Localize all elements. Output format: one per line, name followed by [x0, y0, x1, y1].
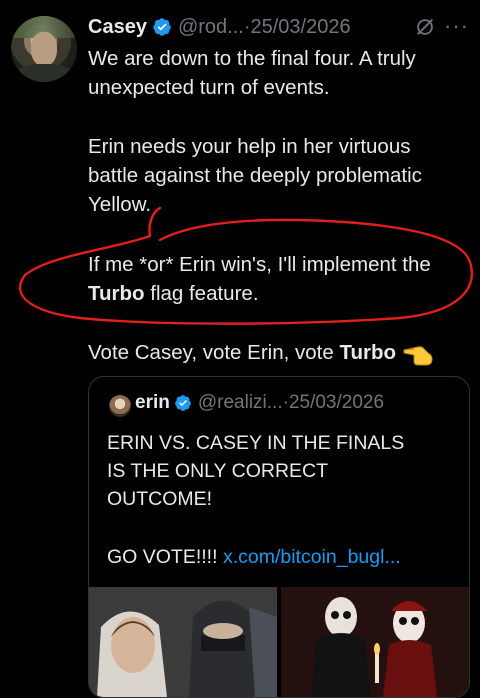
quoted-line: OUTCOME! [107, 488, 213, 510]
author-avatar[interactable] [11, 16, 77, 82]
pointing-hand-emoji [403, 345, 433, 366]
quoted-line: ERIN VS. CASEY IN THE FINALS [107, 432, 405, 454]
tweet-line-rest: flag feature. [144, 282, 259, 305]
tweet-line: Erin needs your help in her virtuous [88, 135, 411, 158]
avatar-shirt [17, 64, 71, 82]
quoted-tweet-header: erin @realizi... · 25/03/2026 [135, 392, 384, 414]
tweet-paragraph-1: We are down to the final four. A truly u… [88, 44, 472, 102]
media-photo-left[interactable] [89, 587, 277, 697]
tweet-paragraph-3: If me *or* Erin win's, I'll implement th… [88, 250, 472, 308]
turbo-bold: Turbo [88, 282, 145, 305]
quoted-tweet[interactable]: erin @realizi... · 25/03/2026 ERIN VS. C… [88, 376, 470, 698]
tweet-line: unexpected turn of events. [88, 76, 330, 99]
tweet-line: Turbo flag feature. [88, 279, 472, 308]
author-name[interactable]: Casey [88, 16, 147, 39]
quoted-tweet-date[interactable]: 25/03/2026 [289, 392, 384, 414]
verified-badge-icon [174, 395, 191, 411]
grok-icon[interactable] [414, 16, 436, 38]
turbo-bold: Turbo [339, 341, 396, 364]
more-icon[interactable]: ··· [444, 13, 469, 39]
tweet-paragraph-2: Erin needs your help in her virtuous bat… [88, 132, 472, 219]
tweet-paragraph-4: Vote Casey, vote Erin, vote Turbo [88, 338, 472, 367]
quoted-link[interactable]: x.com/bitcoin_bugl... [223, 546, 401, 568]
tweet-line: If me *or* Erin win's, I'll implement th… [88, 253, 431, 276]
quoted-author-handle[interactable]: @realizi... [198, 392, 283, 414]
verified-badge-icon [153, 18, 171, 36]
tweet-line: We are down to the final four. A truly [88, 47, 416, 70]
separator-dot: · [243, 15, 251, 38]
avatar-face [31, 32, 57, 66]
tweet-line: Yellow. [88, 193, 152, 216]
author-handle[interactable]: @rod... [178, 16, 244, 39]
tweet-line: battle against the deeply problematic [88, 164, 422, 187]
vote-text: Vote Casey, vote Erin, vote [88, 341, 340, 364]
tweet-header: Casey @rod... · 25/03/2026 [88, 13, 351, 41]
go-vote-text: GO VOTE!!!! [107, 546, 223, 568]
quoted-line: IS THE ONLY CORRECT [107, 460, 329, 482]
quoted-author-avatar[interactable] [109, 395, 131, 417]
tweet-date[interactable]: 25/03/2026 [251, 16, 351, 39]
quoted-call-to-action: GO VOTE!!!! x.com/bitcoin_bugl... [107, 543, 457, 571]
quoted-author-name[interactable]: erin [135, 392, 170, 414]
media-photo-right[interactable] [281, 587, 469, 697]
quoted-text-block: ERIN VS. CASEY IN THE FINALS IS THE ONLY… [107, 429, 457, 513]
